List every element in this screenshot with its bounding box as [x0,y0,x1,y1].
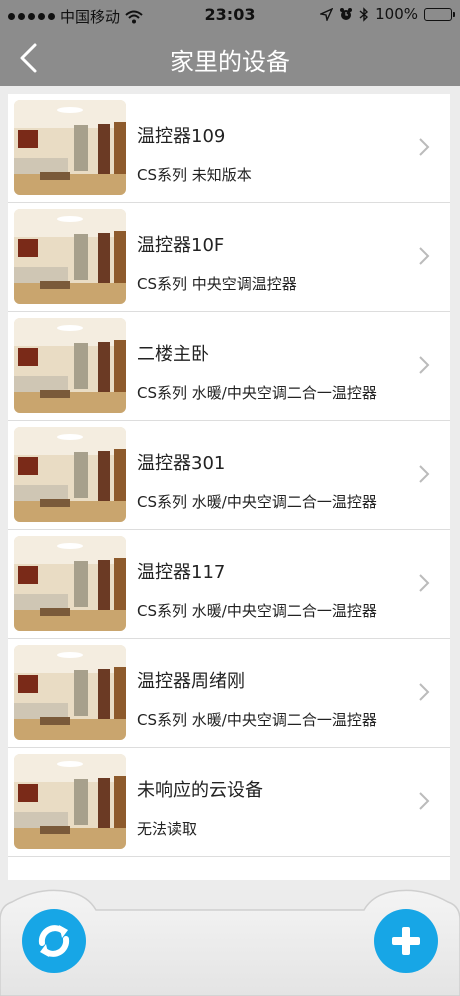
status-right: 100% [320,5,455,23]
device-row[interactable]: 二楼主卧 CS系列 水暖/中央空调二合一温控器 [8,312,450,421]
location-icon [320,7,334,21]
device-list: 温控器109 CS系列 未知版本 温控器10F CS系列 中央空调温控器 二楼主… [8,94,450,880]
battery-percent: 100% [375,5,418,23]
chevron-right-icon [419,683,430,701]
device-subtitle: CS系列 未知版本 [137,166,252,184]
chevron-right-icon [419,356,430,374]
chevron-right-icon [419,465,430,483]
device-row[interactable]: 温控器117 CS系列 水暖/中央空调二合一温控器 [8,530,450,639]
chevron-right-icon [419,247,430,265]
device-name: 二楼主卧 [137,344,209,365]
device-name: 未响应的云设备 [137,780,263,801]
device-name: 温控器10F [137,235,225,256]
device-subtitle: CS系列 水暖/中央空调二合一温控器 [137,384,377,402]
room-thumbnail [14,754,126,849]
bluetooth-icon [359,6,369,22]
device-row[interactable]: 温控器109 CS系列 未知版本 [8,94,450,203]
device-row[interactable]: 温控器周绪刚 CS系列 水暖/中央空调二合一温控器 [8,639,450,748]
device-row[interactable]: 温控器10F CS系列 中央空调温控器 [8,203,450,312]
refresh-button[interactable] [22,909,86,973]
device-row[interactable]: 温控器301 CS系列 水暖/中央空调二合一温控器 [8,421,450,530]
chevron-right-icon [419,574,430,592]
add-device-button[interactable] [374,909,438,973]
device-subtitle: CS系列 水暖/中央空调二合一温控器 [137,493,377,511]
device-name: 温控器301 [137,453,226,474]
plus-icon [392,927,420,955]
device-subtitle: CS系列 水暖/中央空调二合一温控器 [137,602,377,620]
chevron-right-icon [419,138,430,156]
device-subtitle: CS系列 中央空调温控器 [137,275,297,293]
device-name: 温控器109 [137,126,226,147]
device-subtitle: 无法读取 [137,820,198,838]
room-thumbnail [14,427,126,522]
navigation-bar: 家里的设备 [0,30,460,86]
status-bar: 中国移动 23:03 100% [0,0,460,30]
refresh-icon [38,925,70,957]
room-thumbnail [14,645,126,740]
device-name: 温控器周绪刚 [137,671,245,692]
battery-icon [424,7,455,21]
chevron-right-icon [419,792,430,810]
room-thumbnail [14,100,126,195]
alarm-icon [340,8,353,20]
page-title: 家里的设备 [170,48,290,76]
device-subtitle: CS系列 水暖/中央空调二合一温控器 [137,711,377,729]
device-row[interactable]: 未响应的云设备 无法读取 [8,748,450,857]
room-thumbnail [14,209,126,304]
device-name: 温控器117 [137,562,226,583]
room-thumbnail [14,318,126,413]
bottom-bar [0,880,460,996]
room-thumbnail [14,536,126,631]
